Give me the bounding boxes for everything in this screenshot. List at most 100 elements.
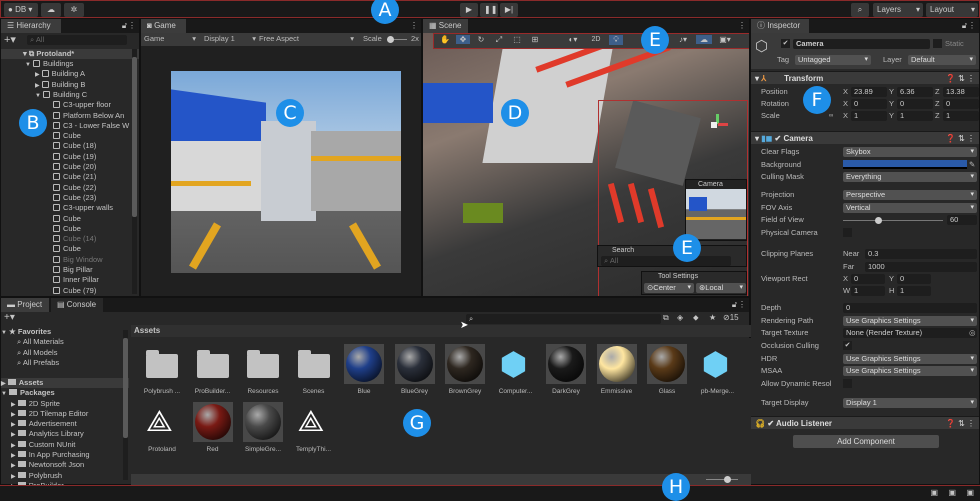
collapsed-arrow-icon[interactable]: ▶ [35, 83, 40, 89]
scene-search-input[interactable]: ⌕ All [601, 256, 731, 266]
expanded-arrow-icon[interactable]: ▼ [25, 62, 31, 68]
rotation-x-field[interactable]: 0 [851, 99, 887, 109]
package-item[interactable]: ▶ Custom NUnit [1, 440, 129, 450]
asset-item[interactable]: ⟁ TemplyThi... [289, 402, 339, 453]
audio-listener-header[interactable]: 🎧︎ ✔ Audio Listener ❓ ⇅ ⋮ [751, 416, 979, 429]
package-item[interactable]: ▶ 2D Sprite [1, 399, 129, 409]
rotation-y-field[interactable]: 0 [897, 99, 933, 109]
fov-axis-dropdown[interactable]: Vertical [843, 203, 977, 213]
hierarchy-item[interactable]: C3-upper floor [1, 100, 139, 110]
aspect-dropdown[interactable]: Free Aspect ▾ [259, 34, 354, 44]
create-asset-icon[interactable]: +▾ [4, 312, 15, 323]
audio-toggle-icon[interactable]: ♪▾ [674, 35, 692, 44]
rendering-path-dropdown[interactable]: Use Graphics Settings [843, 316, 977, 326]
tag-dropdown[interactable]: Untagged [795, 55, 871, 65]
collab-button[interactable]: ✲ [64, 3, 84, 17]
transform-tool-icon[interactable]: ⊞ [528, 35, 542, 44]
tab-game[interactable]: ◙ Game [141, 19, 186, 33]
hierarchy-item[interactable]: Big Pillar [1, 265, 139, 275]
hierarchy-item[interactable]: Cube (21) [1, 172, 139, 182]
hierarchy-item[interactable]: Cube (22) [1, 183, 139, 193]
display-dropdown[interactable]: Display 1 ▾ [204, 34, 256, 44]
hand-tool-icon[interactable]: ✋ [438, 35, 452, 44]
background-color-swatch[interactable] [843, 160, 967, 169]
hierarchy-item[interactable]: C3-upper walls [1, 203, 139, 213]
asset-item[interactable]: SimpleGre... [238, 402, 288, 453]
package-item[interactable]: ▶ Polybrush [1, 471, 129, 481]
asset-item[interactable]: Scenes [289, 344, 339, 395]
packages-root[interactable]: ▼ Packages [1, 388, 129, 398]
status-icon-3[interactable]: ▣ [966, 488, 974, 497]
rotation-z-field[interactable]: 0 [943, 99, 979, 109]
menu-icon[interactable]: ⋮ [410, 21, 418, 30]
icon-size-slider[interactable] [706, 476, 738, 483]
tab-scene[interactable]: ▦ Scene [423, 19, 468, 33]
asset-item[interactable]: Resources [238, 344, 288, 395]
favorites-header[interactable]: ▼ ★ Favorites [1, 327, 129, 337]
favorite-item[interactable]: ⌕ All Materials [1, 337, 129, 347]
hierarchy-item[interactable]: ▶ Building B [1, 80, 139, 90]
slider-thumb[interactable] [875, 217, 882, 224]
scale-x-field[interactable]: 1 [851, 111, 887, 121]
asset-item[interactable]: ⬢ Computer... [491, 344, 541, 395]
move-tool-icon[interactable]: ✥ [456, 35, 470, 44]
filter-label-icon[interactable]: ◈ [677, 313, 683, 322]
scale-z-field[interactable]: 1 [943, 111, 979, 121]
hidden-packages-toggle[interactable]: ⊘15 [723, 313, 739, 322]
asset-item[interactable]: Emmissive [592, 344, 642, 395]
target-texture-field[interactable]: None (Render Texture) [843, 328, 977, 338]
static-checkbox[interactable] [933, 39, 942, 48]
package-item[interactable]: ▶ Advertisement [1, 419, 129, 429]
depth-field[interactable]: 0 [843, 303, 977, 313]
viewport-vy-field[interactable]: 0 [897, 274, 931, 284]
asset-item[interactable]: Blue [339, 344, 389, 395]
hierarchy-item[interactable]: ▼ Building C [1, 90, 139, 100]
add-component-button[interactable]: Add Component [793, 435, 939, 448]
clear-flags-dropdown[interactable]: Skybox [843, 147, 977, 157]
occlusion-checkbox[interactable]: ✔ [843, 341, 852, 350]
position-z-field[interactable]: 13.38 [943, 87, 979, 97]
menu-icon[interactable]: ⋮ [968, 21, 976, 30]
project-search-input[interactable]: ⌕ [466, 314, 661, 324]
object-picker-icon[interactable]: ◎ [969, 328, 976, 338]
hierarchy-scrollbar[interactable] [132, 49, 137, 294]
filter-type-icon[interactable]: ⧉ [663, 313, 669, 323]
breadcrumb[interactable]: Assets [131, 325, 751, 337]
layers-dropdown[interactable]: Layers ▾ [873, 3, 923, 17]
effects-toggle-icon[interactable]: ☁ [696, 35, 712, 44]
scene-root[interactable]: ▾ ⧉ Protoland* [1, 49, 139, 59]
hierarchy-item[interactable]: Cube (14) [1, 234, 139, 244]
hierarchy-item[interactable]: Cube (18) [1, 141, 139, 151]
game-mode-dropdown[interactable]: Game ▾ [144, 34, 196, 44]
package-item[interactable]: ▶ Analytics Library [1, 429, 129, 439]
favorite-item[interactable]: ⌕ All Prefabs [1, 358, 129, 368]
play-button[interactable]: ▶ [460, 3, 478, 17]
package-item[interactable]: ▶ 2D Tilemap Editor [1, 409, 129, 419]
object-name-input[interactable]: Camera [793, 39, 930, 49]
status-icon-2[interactable]: ▣ [948, 488, 956, 497]
position-y-field[interactable]: 6.36 [897, 87, 933, 97]
rect-tool-icon[interactable]: ⬚ [510, 35, 524, 44]
asset-item[interactable]: ProBuilder... [188, 344, 238, 395]
hierarchy-item[interactable]: Cube (23) [1, 193, 139, 203]
scale-slider[interactable] [387, 36, 407, 43]
asset-item[interactable]: Glass [642, 344, 692, 395]
component-menu-icons[interactable]: ❓ ⇅ ⋮ [946, 132, 975, 145]
asset-item[interactable]: BrownGrey [440, 344, 490, 395]
camera-settings-icon[interactable]: ▣▾ [716, 35, 734, 44]
scale-y-field[interactable]: 1 [897, 111, 933, 121]
hierarchy-item[interactable]: Big Window [1, 255, 139, 265]
pivot-mode-dropdown[interactable]: ⊙Center [644, 283, 694, 293]
far-field[interactable]: 1000 [865, 262, 977, 272]
physical-checkbox[interactable] [843, 228, 852, 237]
hierarchy-item[interactable]: Cube [1, 224, 139, 234]
pause-button[interactable]: ❚❚ [480, 3, 498, 17]
hierarchy-item[interactable]: Cube [1, 131, 139, 141]
camera-header[interactable]: ▾ ▮◼ ✔ Camera ❓ ⇅ ⋮ [751, 131, 979, 144]
hierarchy-item[interactable]: Cube [1, 214, 139, 224]
lock-icon[interactable]: 🔓︎ [732, 300, 737, 310]
component-menu-icons[interactable]: ❓ ⇅ ⋮ [946, 72, 975, 85]
tab-hierarchy[interactable]: ☰ Hierarchy [1, 19, 61, 33]
lock-icon[interactable]: 🔓︎ [122, 21, 127, 31]
active-checkbox[interactable]: ✔ [781, 39, 790, 48]
